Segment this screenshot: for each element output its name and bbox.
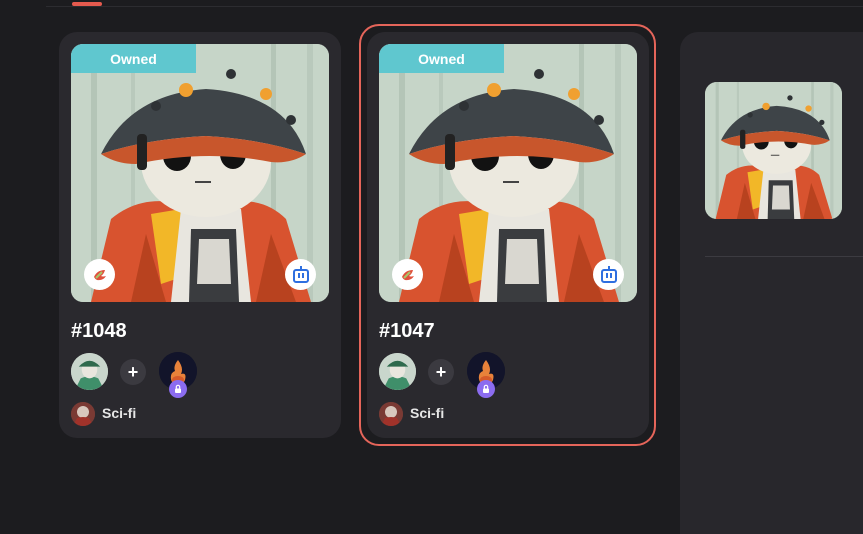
add-button[interactable]: + [428,359,454,385]
detail-divider [705,256,863,257]
add-button[interactable]: + [120,359,146,385]
lock-icon [169,380,187,398]
lock-icon [477,380,495,398]
nft-image[interactable]: Owned [379,44,637,302]
robot-icon[interactable] [593,259,624,290]
owned-badge: Owned [71,44,196,73]
nft-image[interactable]: Owned [71,44,329,302]
nft-card[interactable]: Owned #1048 + Sci-fi [59,32,341,438]
collection-avatar[interactable] [379,402,403,426]
nft-title: #1047 [379,320,435,342]
detail-panel [680,32,863,534]
nft-title: #1048 [71,320,127,342]
character-avatar[interactable] [379,353,416,390]
detail-image [705,82,842,219]
owned-badge: Owned [379,44,504,73]
bird-icon[interactable] [392,259,423,290]
active-tab-indicator [72,2,102,6]
collection-avatar[interactable] [71,402,95,426]
nft-card-selected[interactable]: Owned #1047 + Sci-fi [367,32,649,438]
collection-label[interactable]: Sci-fi [410,405,444,421]
tab-bar-divider [46,6,863,7]
character-avatar[interactable] [71,353,108,390]
robot-icon[interactable] [285,259,316,290]
collection-label[interactable]: Sci-fi [102,405,136,421]
bird-icon[interactable] [84,259,115,290]
